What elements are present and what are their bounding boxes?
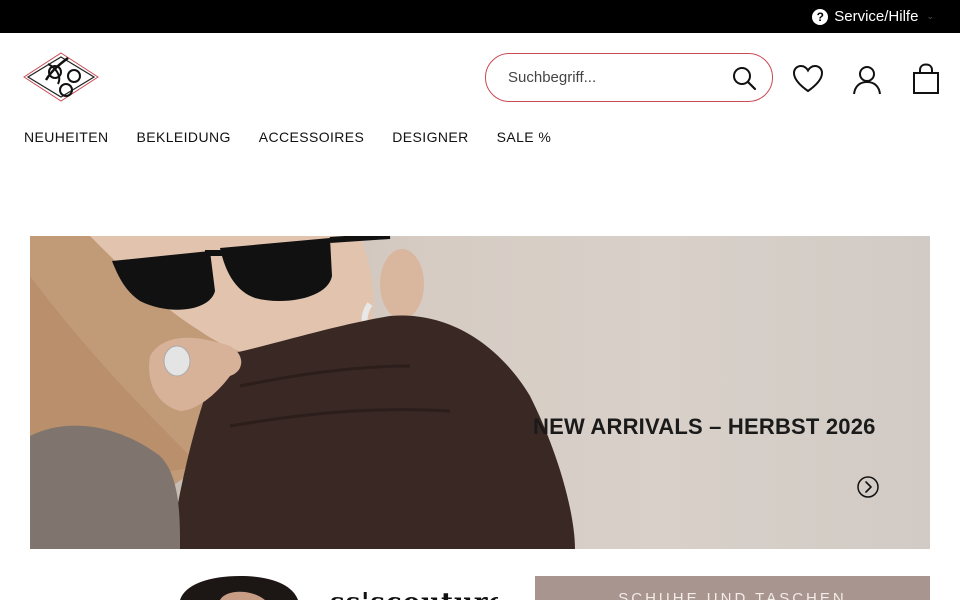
- nav-item-neuheiten[interactable]: NEUHEITEN: [24, 129, 109, 145]
- search-bar: [485, 53, 773, 102]
- search-icon[interactable]: [730, 64, 758, 92]
- question-circle-icon: ?: [812, 8, 829, 25]
- teaser-shoes-bags-label: SCHUHE UND TASCHEN: [618, 590, 847, 600]
- chevron-right-circle-icon[interactable]: [857, 476, 879, 498]
- nav-item-sale[interactable]: SALE %: [497, 129, 552, 145]
- service-bar: ? Service/Hilfe ⌄: [0, 0, 960, 33]
- user-icon[interactable]: [850, 62, 884, 96]
- chevron-down-icon: ⌄: [926, 11, 934, 21]
- hero-headline: NEW ARRIVALS – HERBST 2026: [533, 414, 876, 439]
- nav-item-bekleidung[interactable]: BEKLEIDUNG: [137, 129, 231, 145]
- nav-item-designer[interactable]: DESIGNER: [392, 129, 468, 145]
- nav-item-accessoires[interactable]: ACCESSOIRES: [259, 129, 365, 145]
- main-navigation: NEUHEITEN BEKLEIDUNG ACCESSOIRES DESIGNE…: [24, 129, 579, 145]
- site-logo[interactable]: [18, 50, 104, 104]
- service-help-link[interactable]: ? Service/Hilfe ⌄: [812, 8, 934, 25]
- bag-icon[interactable]: [909, 62, 943, 96]
- monogram-logo-icon: [23, 52, 99, 102]
- teaser-shoes-bags[interactable]: SCHUHE UND TASCHEN: [535, 576, 930, 600]
- hero-image: [30, 236, 575, 549]
- search-input[interactable]: [508, 69, 730, 86]
- heart-icon[interactable]: [791, 62, 825, 96]
- hero-banner[interactable]: NEW ARRIVALS – HERBST 2026: [30, 236, 930, 549]
- service-help-label: Service/Hilfe: [834, 8, 919, 25]
- teaser-brand-wordmark: ss'scouture: [330, 588, 498, 600]
- teaser-brand[interactable]: ss'scouture: [30, 576, 498, 600]
